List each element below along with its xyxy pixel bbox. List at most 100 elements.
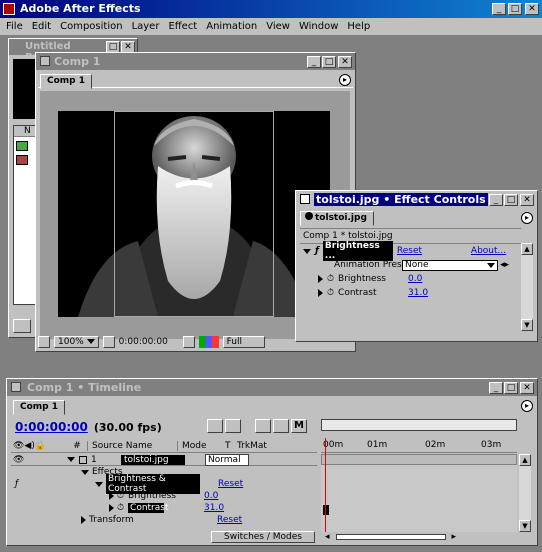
tab-tolstoi[interactable]: tolstoi.jpg (300, 211, 374, 226)
menu-help[interactable]: Help (347, 21, 370, 32)
current-time-indicator[interactable] (325, 438, 326, 532)
menu-layer[interactable]: Layer (132, 21, 160, 32)
layer-color-icon[interactable] (79, 455, 87, 464)
brightness-row-expand-icon[interactable] (109, 492, 114, 500)
tab-comp1[interactable]: Comp 1 (40, 74, 93, 89)
contrast-row: ⏱ Contrast 31.0 (11, 502, 317, 514)
effect-expand-icon[interactable] (303, 248, 311, 254)
timeline-minimize-icon[interactable]: _ (489, 382, 503, 394)
stopwatch-icon[interactable]: ⏱ (327, 274, 334, 284)
minimize-icon[interactable]: _ (492, 3, 506, 15)
effect-minimize-icon[interactable]: _ (489, 194, 503, 206)
stopwatch-icon[interactable]: ⏱ (117, 503, 124, 513)
menu-view[interactable]: View (266, 21, 290, 32)
contrast-value[interactable]: 31.0 (408, 288, 428, 298)
shy-layers-icon[interactable] (255, 419, 271, 433)
time-navigator[interactable] (321, 419, 517, 431)
col-mode[interactable]: Mode (177, 440, 225, 451)
project-item-icon[interactable] (16, 141, 28, 151)
layer-expand-icon[interactable] (67, 457, 75, 462)
timeline-close-icon[interactable]: ✕ (520, 382, 534, 394)
contrast-row-value[interactable]: 31.0 (204, 503, 224, 513)
timeline-column-header: 👁◀)🔒 # Source Name Mode T TrkMat (11, 439, 317, 453)
safe-margins-icon[interactable] (102, 336, 115, 348)
menu-file[interactable]: File (6, 21, 23, 32)
transform-reset[interactable]: Reset (217, 515, 242, 525)
comp-close-icon[interactable]: ✕ (338, 56, 352, 68)
timeline-fps: (30.00 fps) (93, 420, 162, 434)
timeline-effect-reset[interactable]: Reset (218, 479, 243, 489)
brightness-row-value[interactable]: 0.0 (204, 491, 218, 501)
menu-effect[interactable]: Effect (168, 21, 197, 32)
project-footer-icon[interactable] (13, 319, 31, 333)
stopwatch-icon[interactable]: ⏱ (327, 288, 334, 298)
contrast-row-expand-icon[interactable] (109, 504, 114, 512)
stopwatch-icon[interactable]: ⏱ (117, 491, 124, 501)
fx-icon[interactable]: ƒ (15, 479, 95, 489)
scroll-up-icon[interactable]: ▲ (521, 243, 533, 255)
timeline-menu-icon[interactable]: ▸ (521, 400, 533, 412)
comp-flowchart-icon[interactable] (225, 419, 241, 433)
frame-blend-icon[interactable] (273, 419, 289, 433)
motion-blur-icon[interactable]: M (291, 419, 307, 433)
comp-marker-icon[interactable] (207, 419, 223, 433)
effect-menu-icon[interactable]: ▸ (521, 212, 533, 224)
effect-close-icon[interactable]: ✕ (520, 194, 534, 206)
zoom-select[interactable]: 100% (54, 336, 99, 348)
contrast-expand-icon[interactable] (318, 289, 323, 297)
transform-expand-icon[interactable] (81, 516, 86, 524)
comp-title: Comp 1 (54, 55, 101, 68)
track-area[interactable] (321, 438, 517, 532)
keyframe-icon[interactable] (323, 505, 329, 515)
comp-menu-button-icon[interactable] (38, 336, 50, 348)
effects-expand-icon[interactable] (81, 469, 89, 475)
timeline-scroll-up-icon[interactable]: ▲ (519, 454, 531, 466)
layer-num: 1 (91, 454, 97, 465)
menu-composition[interactable]: Composition (60, 21, 122, 32)
layer-mode-select[interactable]: Normal (205, 453, 249, 466)
channel-icon[interactable] (198, 336, 219, 348)
zoom-in-icon[interactable]: ▸ (452, 532, 457, 542)
layer-name[interactable]: tolstoi.jpg (121, 454, 185, 465)
layer-icon (305, 212, 313, 220)
layer-row[interactable]: 👁 1 tolstoi.jpg Normal (11, 453, 317, 466)
ruler-label-3: 03m (481, 440, 502, 450)
switches-modes-toggle[interactable]: Switches / Modes (211, 531, 315, 543)
effect-row-expand-icon[interactable] (95, 481, 103, 487)
col-trkmat[interactable]: TrkMat (237, 441, 277, 451)
menu-edit[interactable]: Edit (32, 21, 51, 32)
project-item-icon[interactable] (16, 155, 28, 165)
snapshot-icon[interactable] (182, 336, 195, 348)
zoom-slider[interactable] (335, 534, 446, 540)
brightness-expand-icon[interactable] (318, 275, 323, 283)
timeline-scrollbar[interactable]: ▲ ▼ (519, 454, 531, 532)
video-switch-icon[interactable]: 👁 (11, 455, 67, 465)
timeline-timecode[interactable]: 0:00:00:00 (15, 420, 88, 434)
zoom-out-icon[interactable]: ◂ (325, 532, 330, 542)
effect-maximize-icon[interactable]: □ (504, 194, 518, 206)
resolution-select[interactable]: Full (222, 336, 265, 348)
brightness-value[interactable]: 0.0 (408, 274, 422, 284)
preset-next-icon[interactable]: ▸ (505, 260, 510, 270)
comp-minimize-icon[interactable]: _ (307, 56, 321, 68)
comp-maximize-icon[interactable]: □ (322, 56, 336, 68)
layer-duration-bar[interactable] (321, 454, 517, 465)
time-ruler[interactable]: 00m 01m 02m 03m (321, 439, 517, 453)
effect-name[interactable]: Brightness ... (322, 241, 393, 261)
animation-preset-select[interactable]: None (402, 259, 498, 271)
col-source-name[interactable]: Source Name (87, 440, 177, 451)
maximize-icon[interactable]: □ (508, 3, 522, 15)
effect-reset-link[interactable]: Reset (397, 246, 467, 256)
menu-window[interactable]: Window (299, 21, 338, 32)
fx-toggle-icon[interactable]: ƒ (315, 246, 319, 256)
effect-about-link[interactable]: About... (471, 246, 506, 256)
scroll-down-icon[interactable]: ▼ (521, 319, 533, 331)
close-icon[interactable]: ✕ (525, 3, 539, 15)
comp-menu-icon[interactable]: ▸ (339, 74, 351, 86)
tab-timeline-comp1[interactable]: Comp 1 (13, 400, 66, 415)
comp-timecode[interactable]: 0:00:00:00 (119, 337, 179, 347)
menu-animation[interactable]: Animation (206, 21, 257, 32)
timeline-window-icon (11, 382, 21, 392)
effect-scrollbar[interactable]: ▲ ▼ (521, 243, 533, 331)
timeline-maximize-icon[interactable]: □ (504, 382, 518, 394)
